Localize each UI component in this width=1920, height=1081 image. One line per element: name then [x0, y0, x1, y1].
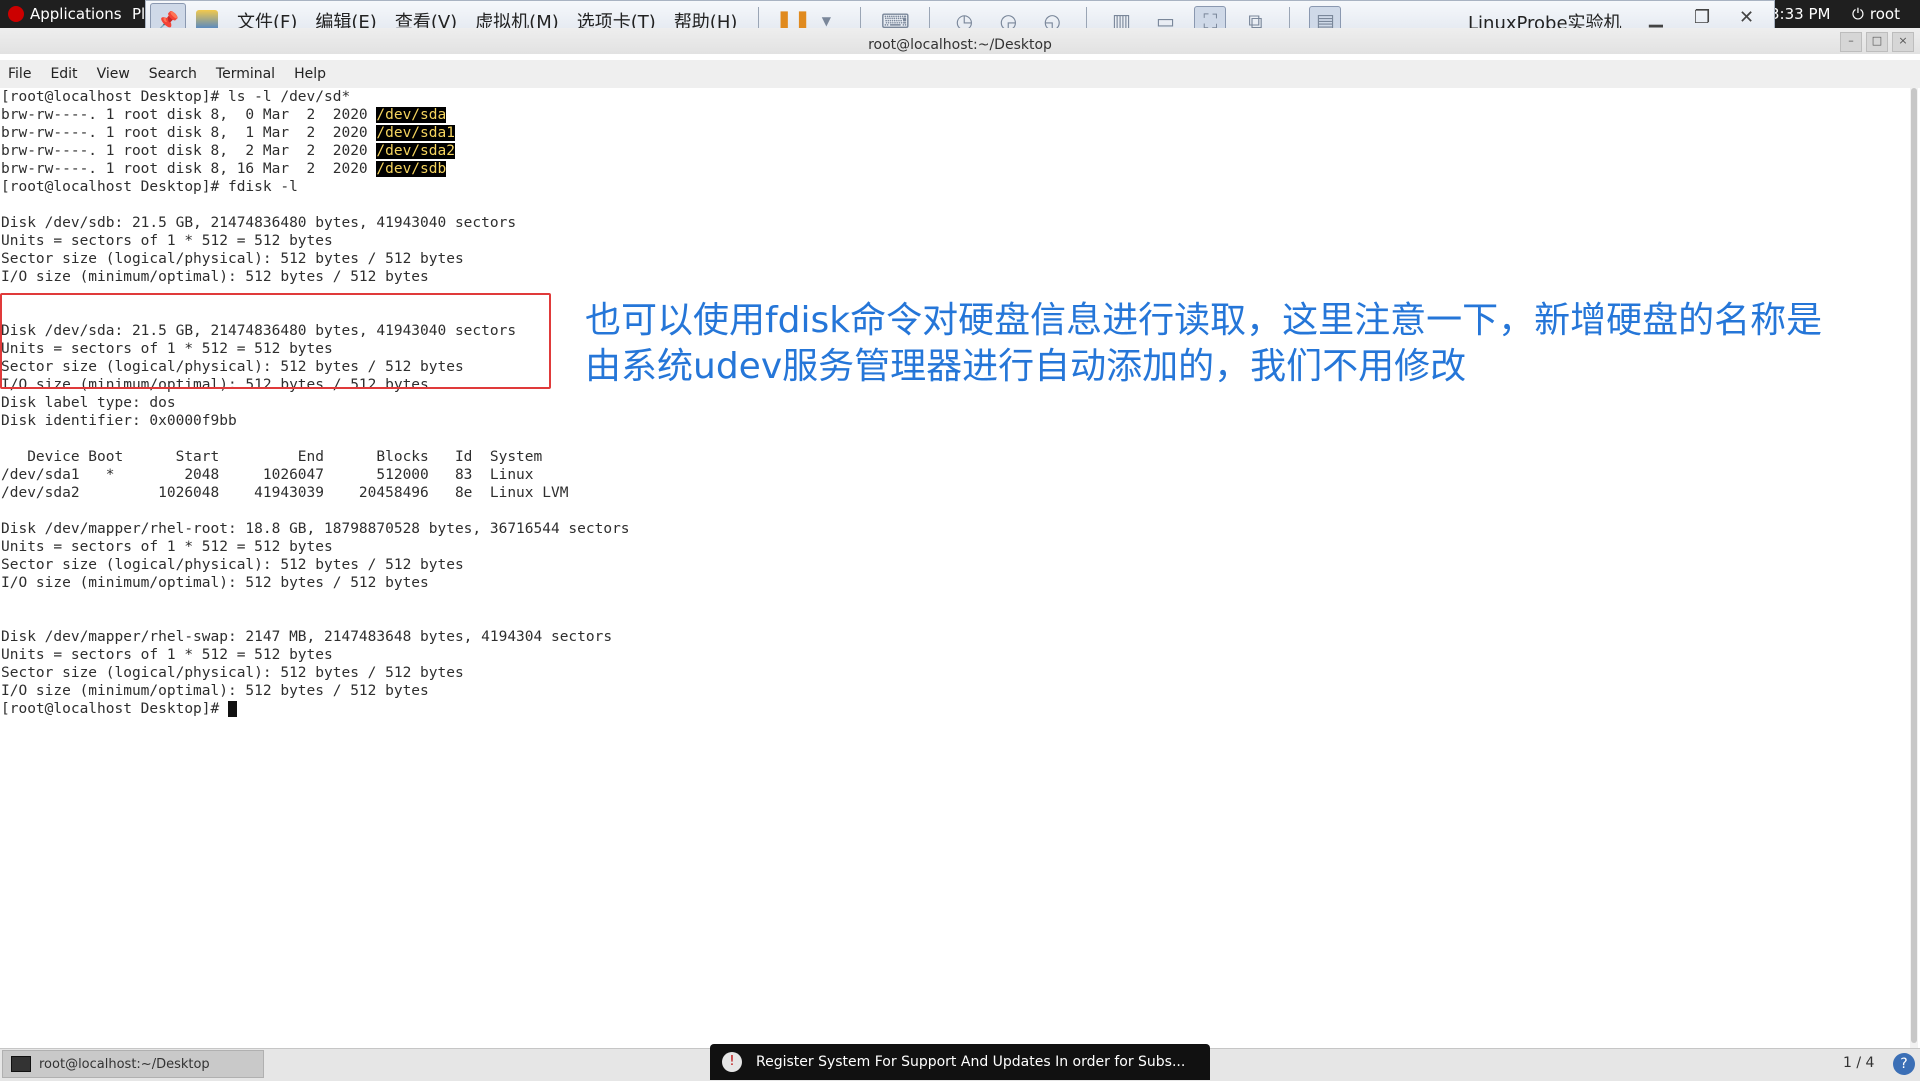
help-icon[interactable]: ? [1893, 1053, 1915, 1075]
shell-prompt: [root@localhost Desktop]# [1, 701, 228, 717]
highlight-box [0, 293, 551, 389]
terminal-icon [11, 1056, 31, 1072]
device-name: /dev/sda2 [376, 143, 455, 159]
alert-icon: ! [722, 1052, 742, 1072]
terminal-scrollbar[interactable] [1910, 88, 1918, 1048]
clock[interactable]: 3:33 PM [1770, 5, 1830, 23]
terminal-minimize-icon[interactable]: – [1840, 32, 1862, 52]
terminal-menubar: File Edit View Search Terminal Help [0, 60, 1920, 88]
fdisk-output: Disk /dev/sdb: 21.5 GB, 21474836480 byte… [1, 215, 630, 699]
applications-menu[interactable]: Applications [8, 5, 122, 23]
annotation-text: 也可以使用fdisk命令对硬盘信息进行读取，这里注意一下，新增硬盘的名称是由系统… [585, 300, 1823, 387]
fdisk-command-line: [root@localhost Desktop]# fdisk -l [1, 179, 298, 195]
terminal-menu-file[interactable]: File [8, 66, 31, 82]
notification-text: Register System For Support And Updates … [756, 1054, 1186, 1070]
restore-icon[interactable]: ❐ [1694, 7, 1710, 28]
applications-label: Applications [30, 5, 122, 23]
terminal-menu-edit[interactable]: Edit [50, 66, 77, 82]
text-cursor [227, 701, 237, 717]
minimize-icon[interactable]: ▁ [1649, 7, 1663, 28]
ls-output-line: brw-rw----. 1 root disk 8, 1 Mar 2 2020 [1, 125, 377, 141]
terminal-output: [root@localhost Desktop]# ls -l /dev/sd*… [1, 88, 630, 718]
terminal-menu-view[interactable]: View [97, 66, 130, 82]
ls-output-line: brw-rw----. 1 root disk 8, 16 Mar 2 2020 [1, 161, 377, 177]
scrollbar-thumb[interactable] [1911, 88, 1917, 1043]
terminal-menu-help[interactable]: Help [294, 66, 326, 82]
workspace-pager[interactable]: 1 / 4 [1843, 1055, 1874, 1071]
user-name: root [1869, 5, 1900, 23]
taskbar-item-label: root@localhost:~/Desktop [39, 1056, 210, 1072]
ls-output-line: brw-rw----. 1 root disk 8, 0 Mar 2 2020 [1, 107, 377, 123]
terminal-window-controls: – □ × [1840, 32, 1914, 52]
device-name: /dev/sdb [376, 161, 447, 177]
redhat-logo-icon [8, 6, 24, 22]
ls-output-line: brw-rw----. 1 root disk 8, 2 Mar 2 2020 [1, 143, 377, 159]
terminal-maximize-icon[interactable]: □ [1866, 32, 1888, 52]
terminal-menu-terminal[interactable]: Terminal [216, 66, 275, 82]
terminal-title-bar[interactable]: root@localhost:~/Desktop [0, 28, 1920, 54]
terminal-close-icon[interactable]: × [1892, 32, 1914, 52]
terminal-body[interactable]: [root@localhost Desktop]# ls -l /dev/sd*… [0, 88, 1908, 1048]
device-name: /dev/sda1 [376, 125, 455, 141]
notification-banner[interactable]: ! Register System For Support And Update… [710, 1044, 1210, 1080]
terminal-window-title: root@localhost:~/Desktop [868, 37, 1052, 53]
device-name: /dev/sda [376, 107, 447, 123]
terminal-menu-search[interactable]: Search [149, 66, 197, 82]
places-menu[interactable]: Pl [132, 5, 145, 23]
user-icon: ⏻ [1852, 5, 1864, 23]
ls-command-line: [root@localhost Desktop]# ls -l /dev/sd* [1, 89, 351, 105]
taskbar-item-terminal[interactable]: root@localhost:~/Desktop [2, 1050, 264, 1078]
user-menu[interactable]: ⏻ root [1852, 5, 1900, 23]
close-icon[interactable]: ✕ [1739, 7, 1754, 28]
